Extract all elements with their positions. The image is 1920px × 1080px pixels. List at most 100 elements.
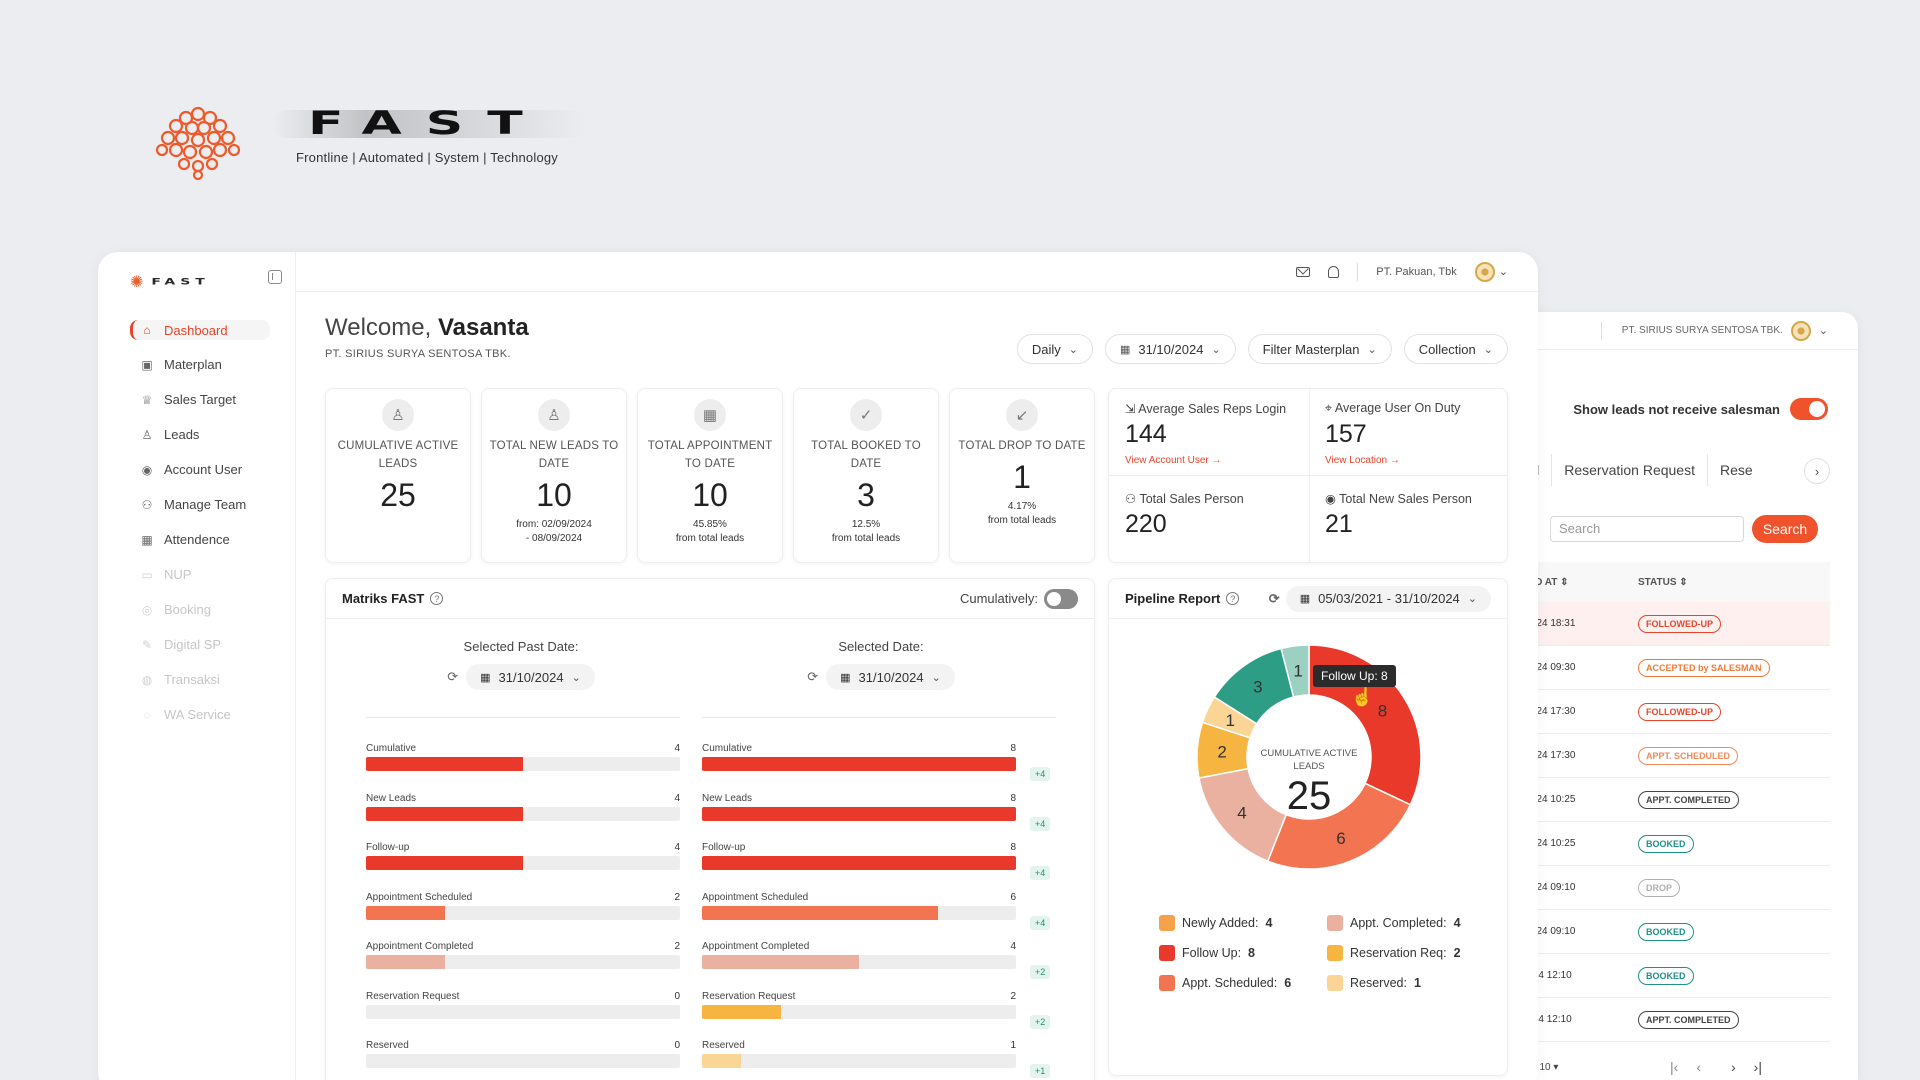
bar-value: 2 — [674, 941, 680, 952]
legend-item: Newly Added: 4 — [1159, 915, 1272, 931]
refresh-icon[interactable]: ⟳ — [447, 669, 458, 685]
prev-page-icon[interactable]: ‹ — [1696, 1059, 1701, 1075]
sidebar-item-account-user[interactable]: ◉ Account User — [130, 452, 270, 487]
table-row[interactable]: 1-06-2024 10:25 BOOKED — [1500, 822, 1830, 866]
sidebar: ✺ FAST ⌂ Dashboard ▣ Materplan ♕ Sales Target… — [98, 252, 296, 1080]
cumulative-toggle[interactable] — [1044, 588, 1078, 609]
stat-label: TOTAL NEW LEADS TO DATE — [489, 440, 619, 470]
company-avatar-icon[interactable] — [1790, 320, 1811, 341]
pipeline-header: Pipeline Report ? ⟳ ▦ 05/03/2021 - 31/10/… — [1109, 579, 1507, 619]
delta-badge: +4 — [1030, 816, 1051, 831]
bar-row: Appointment Completed 2 — [366, 941, 680, 969]
new-sales-stat: ◉ Total New Sales Person 21 — [1325, 492, 1472, 538]
donut-slice-label: 4 — [1237, 803, 1246, 822]
tab-reservation-request[interactable]: Reservation Request — [1552, 454, 1708, 486]
bar-value: 4 — [1010, 941, 1016, 952]
next-page-icon[interactable]: › — [1731, 1059, 1736, 1075]
table-row[interactable]: 7-06-2024 18:31 FOLLOWED-UP — [1500, 602, 1830, 646]
sidebar-item-dashboard[interactable]: ⌂ Dashboard — [130, 320, 270, 340]
bar-label: Appointment Scheduled — [702, 891, 809, 903]
period-select[interactable]: Daily ⌄ — [1016, 334, 1093, 364]
sidebar-item-booking[interactable]: ◎ Booking — [130, 592, 270, 627]
legend-item: Follow Up: 8 — [1159, 945, 1255, 961]
sidebar-item-materplan[interactable]: ▣ Materplan — [130, 347, 270, 382]
user-icon: ♙ — [538, 399, 570, 431]
legend-value: 1 — [1413, 976, 1421, 990]
view-account-user-link[interactable]: View Account User → — [1125, 455, 1286, 466]
date-picker[interactable]: ▦ 31/10/2024 ⌄ — [1104, 334, 1236, 364]
bar-track — [366, 955, 680, 969]
money-icon: ◍ — [141, 672, 153, 687]
whatsapp-icon: ◌ — [143, 707, 151, 722]
help-icon[interactable]: ? — [1226, 592, 1240, 605]
masterplan-filter[interactable]: Filter Masterplan ⌄ — [1247, 334, 1392, 364]
table-row[interactable]: 2-05-2024 09:10 DROP — [1500, 866, 1830, 910]
bell-icon[interactable] — [1328, 265, 1340, 278]
bar-track — [366, 1054, 680, 1068]
tabs-next-chevron-icon[interactable]: › — [1804, 458, 1830, 484]
stat-sub: from: 02/09/2024- 08/09/2024 — [516, 519, 592, 544]
bar-row: Reserved 1 +1 — [702, 1040, 1051, 1078]
table-row[interactable]: '-05-2024 12:10APPT. COMPLETED — [1500, 998, 1830, 1042]
status-badge: APPT. COMPLETED — [1638, 1010, 1739, 1029]
table-row[interactable]: 5-06-2024 17:30 APPT. SCHEDULED — [1500, 734, 1830, 778]
bar-label: New Leads — [702, 792, 753, 804]
stat-label: CUMULATIVE ACTIVE LEADS — [337, 440, 459, 470]
selected-date-picker[interactable]: ▦ 31/10/2024 ⌄ — [826, 664, 955, 690]
legend-swatch — [1159, 915, 1175, 931]
chevron-down-icon: ⌄ — [1483, 343, 1493, 356]
bar-label: Appointment Completed — [702, 941, 810, 952]
selected-date-col: Selected Date: ⟳ ▦ 31/10/2024 ⌄ — [686, 639, 1076, 690]
sidebar-item-nup[interactable]: ▭ NUP — [130, 557, 270, 592]
sidebar-item-digital-sp[interactable]: ✎ Digital SP — [130, 627, 270, 662]
arrow-down-left-icon: ↙ — [1006, 399, 1038, 431]
sidebar-item-transaksi[interactable]: ◍ Transaksi — [130, 662, 270, 697]
first-page-icon[interactable]: |‹ — [1670, 1059, 1678, 1075]
leads-search-button[interactable]: Search — [1752, 515, 1818, 543]
matriks-fast-panel: Matriks FAST ? Cumulatively: Selected Pa… — [325, 578, 1095, 1080]
sidebar-item-wa-service[interactable]: ◌ WA Service — [130, 697, 270, 732]
filter-bar: Daily ⌄ ▦ 31/10/2024 ⌄ Filter Masterplan ⌄ C… — [1016, 334, 1508, 364]
sidebar-item-manage-team[interactable]: ⚇ Manage Team — [130, 487, 270, 522]
pipeline-title: Pipeline Report — [1125, 591, 1221, 606]
refresh-icon[interactable]: ⟳ — [1269, 591, 1280, 607]
bar-fill — [702, 757, 1016, 771]
bar-track — [702, 757, 1016, 771]
bar-track — [366, 1004, 680, 1019]
table-row[interactable]: 1-02-2024 09:30 ACCEPTED by SALESMAN — [1500, 646, 1830, 690]
stat-card: ↙ TOTAL DROP TO DATE 1 4.17% from total lead… — [949, 388, 1095, 563]
bar-track — [366, 757, 680, 771]
sidebar-item-sales-target[interactable]: ♕ Sales Target — [130, 382, 270, 417]
sidebar-item-label: Manage Team — [164, 497, 247, 512]
check-circle-icon: ◎ — [141, 602, 153, 617]
last-page-icon[interactable]: ›| — [1754, 1059, 1762, 1075]
donut-slice-label: 3 — [1253, 678, 1262, 697]
legend-item: Appt. Completed: 4 — [1327, 915, 1461, 931]
no-salesman-toggle[interactable] — [1790, 398, 1828, 420]
leads-search-input[interactable]: Search — [1550, 516, 1744, 542]
col-status[interactable]: STATUS ⇕ — [1638, 577, 1688, 588]
pipeline-date-range[interactable]: ▦ 05/03/2021 - 31/10/2024 ⌄ — [1285, 585, 1491, 612]
table-row[interactable]: '-05-2024 12:10BOOKED — [1500, 954, 1830, 998]
mail-icon[interactable] — [1296, 266, 1311, 277]
chevron-down-icon[interactable]: ⌄ — [1819, 324, 1828, 337]
delta-badge: +4 — [1030, 767, 1051, 781]
past-date-picker[interactable]: ▦ 31/10/2024 ⌄ — [466, 664, 595, 690]
donut-slice-label: 1 — [1226, 711, 1235, 730]
table-row[interactable]: 2-06-2024 10:25 APPT. COMPLETED — [1500, 778, 1830, 822]
refresh-icon[interactable]: ⟳ — [807, 669, 818, 685]
collection-filter[interactable]: Collection ⌄ — [1403, 334, 1508, 364]
company-switcher[interactable]: ⌄ — [1474, 261, 1508, 282]
sidebar-item-attendence[interactable]: ▦ Attendence — [130, 522, 270, 557]
view-location-link[interactable]: View Location → — [1325, 455, 1460, 466]
sidebar-item-label: Transaksi — [164, 672, 220, 687]
legend-label: Follow Up: — [1182, 946, 1242, 960]
help-icon[interactable]: ? — [430, 592, 444, 605]
chevron-down-icon: ⌄ — [1498, 266, 1508, 278]
sidebar-collapse-icon[interactable] — [268, 270, 282, 284]
sidebar-item-leads[interactable]: ♙ Leads — [130, 417, 270, 452]
bar-value: 4 — [674, 743, 680, 754]
table-row[interactable]: 7-06-2024 17:30 FOLLOWED-UP — [1500, 690, 1830, 734]
table-row[interactable]: 2-05-2024 09:10 BOOKED — [1500, 910, 1830, 954]
tab-reserved[interactable]: Rese — [1708, 454, 1765, 486]
